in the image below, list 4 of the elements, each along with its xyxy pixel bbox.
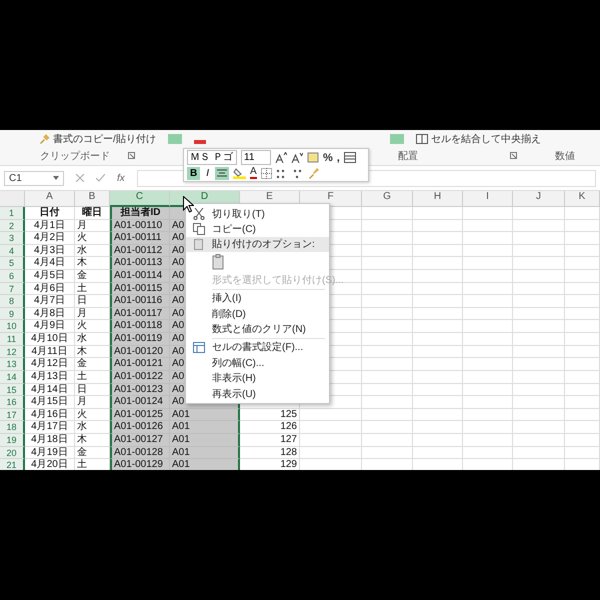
group-label: クリップボード [40, 150, 110, 163]
group-label: 配置 [398, 150, 418, 163]
menu-section-label: 貼り付けのオプション: [212, 238, 315, 252]
group-label: 数値 [555, 150, 575, 163]
